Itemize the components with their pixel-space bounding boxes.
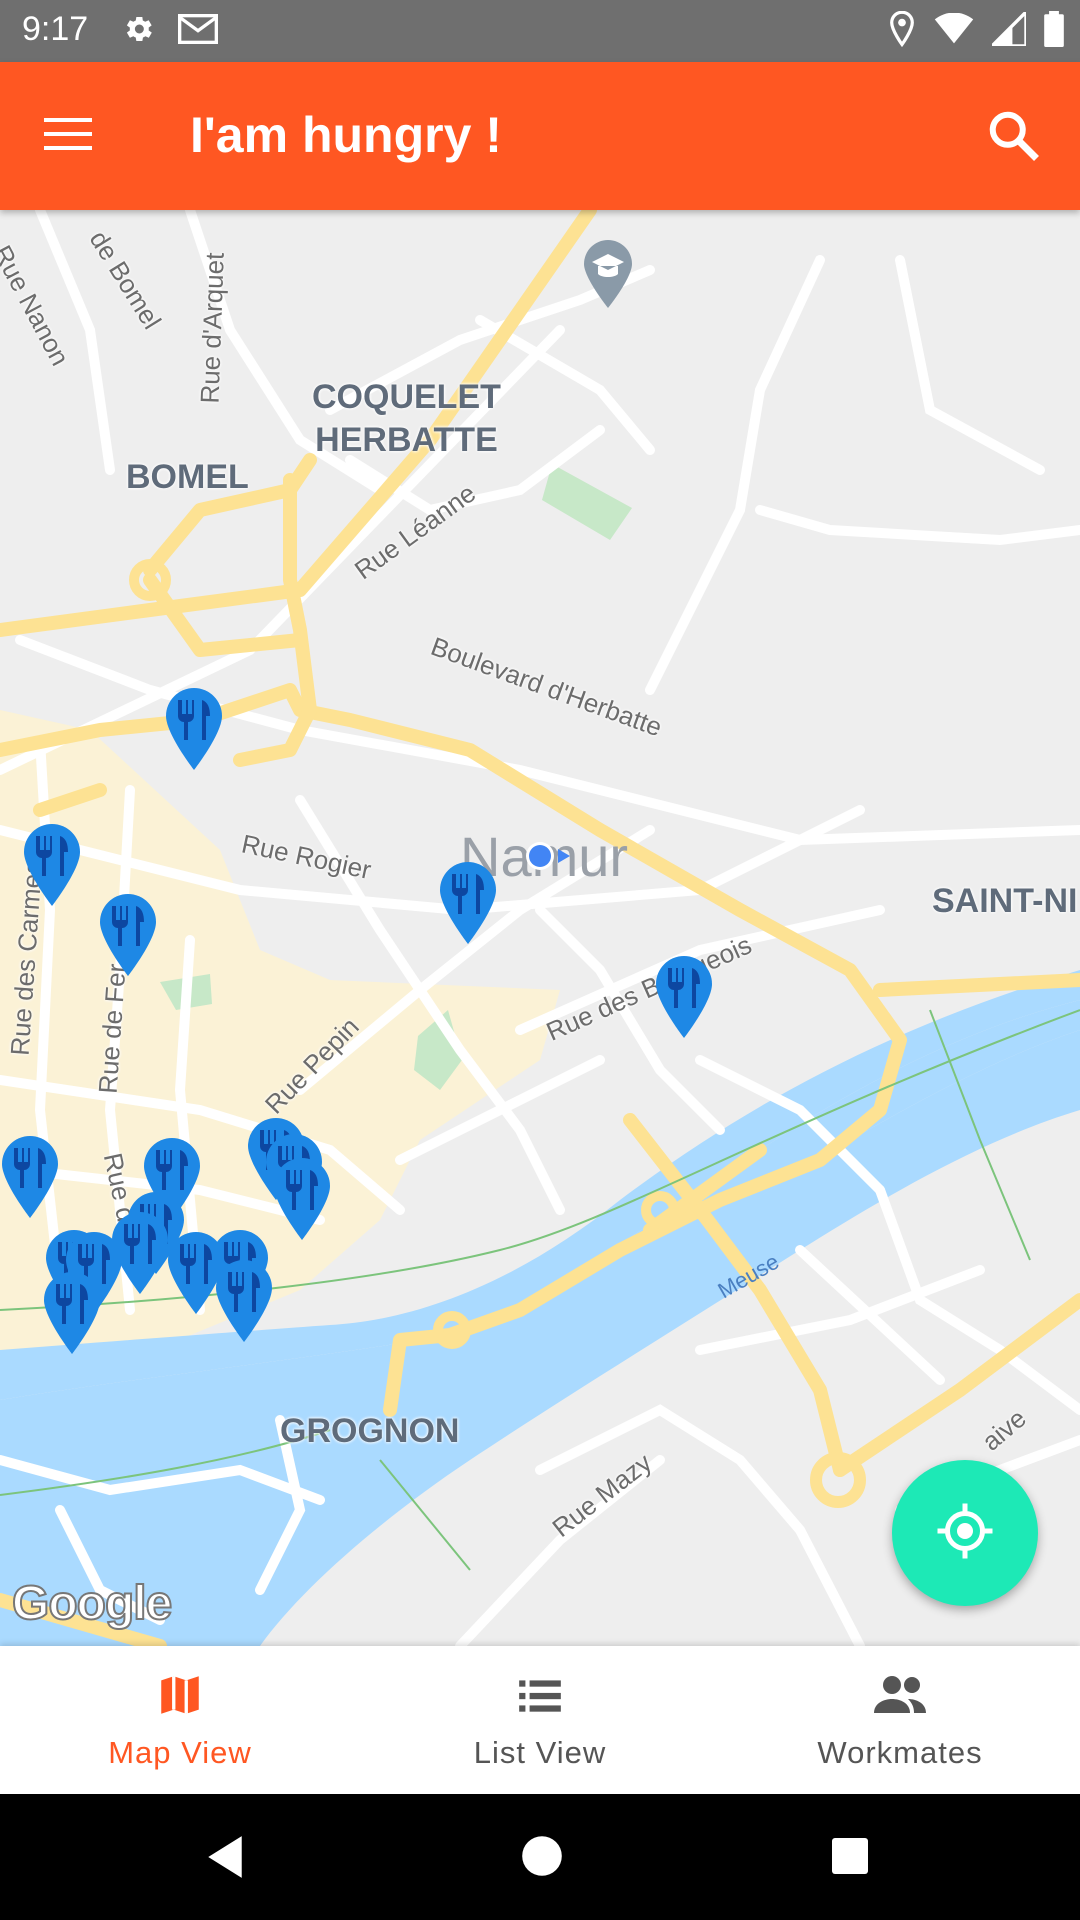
nav-map-view[interactable]: Map View: [0, 1646, 360, 1794]
nav-label: Map View: [108, 1734, 252, 1770]
search-icon[interactable]: [984, 106, 1044, 166]
restaurant-marker[interactable]: [42, 1270, 102, 1356]
map-icon: [155, 1670, 205, 1725]
app-bar: I'am hungry !: [0, 62, 1080, 210]
settings-icon: [120, 11, 156, 52]
district-label: GROGNON: [280, 1412, 460, 1450]
restaurant-marker[interactable]: [22, 822, 82, 908]
district-label: COQUELET HERBATTE: [312, 378, 501, 459]
district-label: SAINT-NI: [932, 882, 1078, 920]
nav-label: Workmates: [817, 1734, 983, 1770]
recents-icon[interactable]: [830, 1836, 870, 1881]
restaurant-marker[interactable]: [438, 860, 498, 946]
restaurant-marker[interactable]: [164, 686, 224, 772]
location-icon: [888, 10, 916, 52]
my-location-icon: [935, 1501, 995, 1566]
street-label: Rue d'Arquet: [194, 252, 230, 405]
hamburger-menu-icon[interactable]: [40, 112, 96, 156]
nav-list-view[interactable]: List View: [360, 1646, 720, 1794]
status-bar: 9:17: [0, 0, 1080, 62]
district-label: BOMEL: [126, 458, 249, 496]
map-view[interactable]: COQUELET HERBATTE BOMEL SAINT-NI GROGNON…: [0, 210, 1080, 1646]
my-location-button[interactable]: [892, 1460, 1038, 1606]
restaurant-marker[interactable]: [272, 1156, 332, 1242]
system-navigation-bar: [0, 1794, 1080, 1920]
restaurant-marker[interactable]: [98, 892, 158, 978]
nav-workmates[interactable]: Workmates: [720, 1646, 1080, 1794]
google-attribution: Google: [11, 1576, 173, 1631]
signal-icon: [987, 7, 1028, 51]
home-icon[interactable]: [520, 1834, 564, 1883]
status-time: 9:17: [22, 10, 89, 48]
map-canvas: [0, 210, 1080, 1646]
restaurant-marker[interactable]: [654, 954, 714, 1040]
wifi-icon: [934, 12, 974, 50]
bottom-navigation: Map View List View Workmates: [0, 1646, 1080, 1794]
list-icon: [515, 1670, 565, 1725]
battery-icon: [1044, 10, 1064, 52]
back-icon[interactable]: [204, 1834, 246, 1885]
app-title: I'am hungry !: [190, 107, 502, 163]
people-icon: [870, 1670, 930, 1725]
restaurant-marker[interactable]: [0, 1134, 60, 1220]
gmail-icon: [178, 13, 218, 50]
restaurant-marker[interactable]: [214, 1258, 274, 1344]
nav-label: List View: [473, 1734, 607, 1770]
